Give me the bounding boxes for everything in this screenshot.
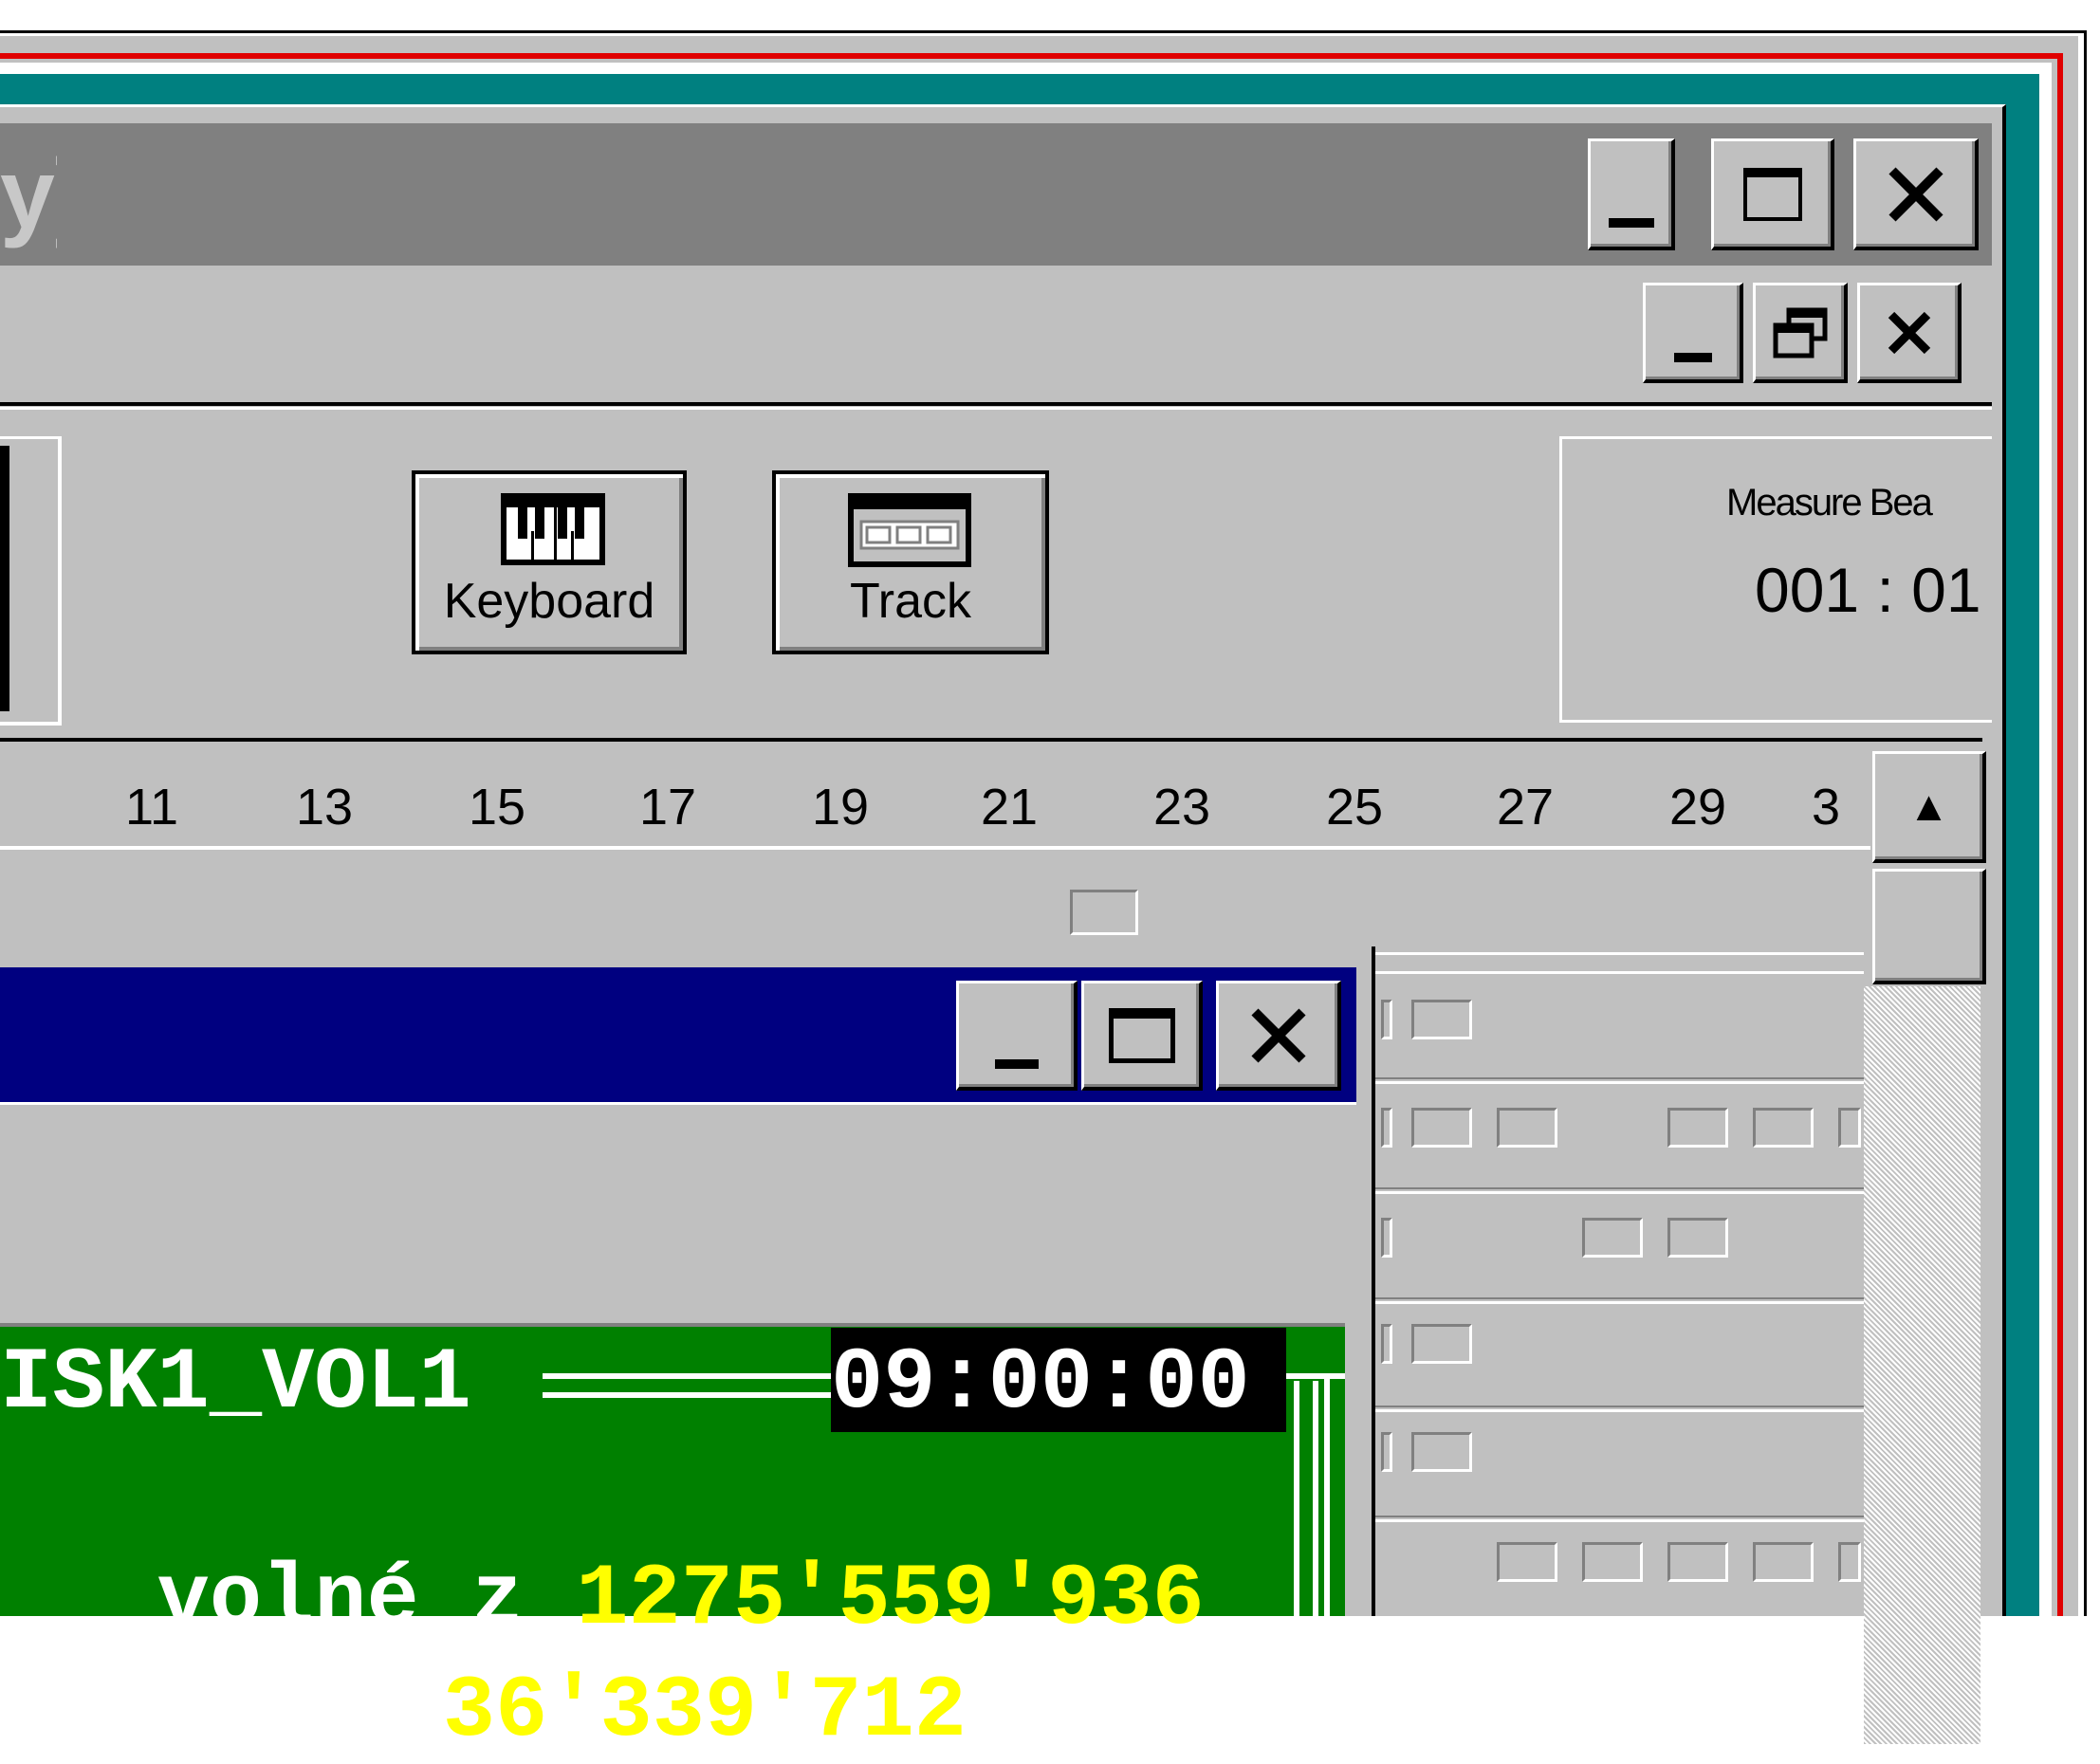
track-row-divider: [1375, 1519, 1864, 1522]
child-minimize-button[interactable]: [956, 981, 1078, 1091]
menu-separator-highlight: [0, 407, 1992, 410]
ruler-tick: 23: [1152, 779, 1211, 836]
track-clip[interactable]: [1381, 1324, 1392, 1364]
used-space-line: zabírá 36'339'712 B: [0, 1555, 1071, 1764]
app-close-button[interactable]: [1853, 138, 1979, 250]
ruler-tick: 21: [980, 779, 1039, 836]
track-row-divider: [1375, 1406, 1864, 1407]
console-border-line: [543, 1373, 831, 1398]
track-label: Track: [849, 574, 972, 629]
track-clip[interactable]: [1667, 1108, 1728, 1148]
ruler-tick: 19: [811, 779, 870, 836]
track-row-divider: [1375, 1297, 1864, 1299]
piano-keys-icon: [501, 493, 605, 565]
track-clip[interactable]: [1838, 1542, 1861, 1582]
restore-icon: [1773, 307, 1827, 358]
track-clip[interactable]: [1411, 1108, 1472, 1148]
app-minimize-button[interactable]: [1588, 138, 1675, 250]
maximize-icon: [1742, 167, 1802, 221]
mdi-minimize-button[interactable]: [1643, 283, 1743, 383]
track-row-divider: [1375, 1409, 1864, 1412]
ruler-tick: 3: [1812, 779, 1841, 836]
track-clip[interactable]: [1582, 1218, 1643, 1258]
used-value: 36'339'712: [442, 1662, 967, 1761]
track-row-divider: [1375, 1187, 1864, 1189]
ruler-tick: 11: [124, 779, 179, 836]
ruler-tick: 29: [1668, 779, 1727, 836]
volume-name: ISK1_VOL1: [0, 1333, 471, 1433]
ruler-tick: 13: [295, 779, 354, 836]
app-maximize-button[interactable]: [1711, 138, 1834, 250]
track-row-divider: [1375, 1516, 1864, 1517]
ruler-tick: 27: [1496, 779, 1555, 836]
ruler-tick: 15: [468, 779, 526, 836]
mdi-restore-button[interactable]: [1753, 283, 1848, 383]
track-clip[interactable]: [1582, 1542, 1643, 1582]
scroll-thumb[interactable]: [1872, 869, 1986, 984]
close-icon: [1888, 311, 1930, 354]
ruler-tick: 17: [638, 779, 697, 836]
minimize-icon: [1673, 352, 1712, 362]
track-row-divider: [1375, 1077, 1864, 1079]
scrollbar-track[interactable]: [1864, 986, 1980, 1744]
track-row-divider: [1375, 1081, 1864, 1084]
app-title: y]: [0, 139, 57, 249]
used-prefix: zabírá: [76, 1662, 443, 1761]
maximize-icon: [1108, 1007, 1175, 1063]
keyboard-button[interactable]: Keyboard: [412, 470, 687, 654]
ruler-tick: 25: [1325, 779, 1384, 836]
up-arrow-icon: ▲: [1907, 782, 1950, 830]
track-clip[interactable]: [1753, 1542, 1814, 1582]
close-icon: [1250, 1007, 1306, 1063]
track-row-divider: [1375, 1301, 1864, 1304]
time-display: 09:00:00: [831, 1333, 1250, 1433]
track-marker[interactable]: [1070, 890, 1138, 935]
console-border-line: [1324, 1373, 1339, 1616]
track-clip[interactable]: [1381, 1108, 1392, 1148]
measure-label: Measure Bea: [1726, 482, 1933, 524]
track-clip[interactable]: [1667, 1218, 1728, 1258]
track-clip[interactable]: [1838, 1108, 1861, 1148]
close-icon: [1888, 166, 1943, 222]
child-close-button[interactable]: [1216, 981, 1341, 1091]
track-clip[interactable]: [1381, 1218, 1392, 1258]
track-clip[interactable]: [1381, 1000, 1392, 1039]
menu-separator: [0, 402, 1992, 406]
track-clip[interactable]: [1497, 1542, 1557, 1582]
track-clip[interactable]: [1381, 1432, 1392, 1472]
track-clip[interactable]: [1497, 1108, 1557, 1148]
scroll-up-button[interactable]: ▲: [1872, 751, 1986, 863]
track-clip[interactable]: [1753, 1108, 1814, 1148]
keyboard-label: Keyboard: [443, 574, 655, 629]
console-border-line: [1294, 1381, 1318, 1616]
track-clip[interactable]: [1411, 1324, 1472, 1364]
track-icon: [848, 493, 971, 567]
toolbar-separator: [0, 738, 1982, 742]
measure-value: 001 : 01: [1755, 555, 1981, 625]
minimize-icon: [1608, 217, 1654, 228]
child-title-separator: [0, 1102, 1356, 1110]
minimize-icon: [994, 1058, 1039, 1069]
track-row-divider: [1375, 1191, 1864, 1194]
used-unit: B: [966, 1662, 1072, 1761]
mdi-close-button[interactable]: [1857, 283, 1962, 383]
transport-panel-display: [0, 446, 9, 711]
app-title-bar[interactable]: [0, 123, 1992, 266]
track-clip[interactable]: [1411, 1432, 1472, 1472]
track-clip[interactable]: [1411, 1000, 1472, 1039]
track-button[interactable]: Track: [772, 470, 1049, 654]
track-row-divider: [1375, 971, 1864, 974]
track-clip[interactable]: [1667, 1542, 1728, 1582]
child-maximize-button[interactable]: [1081, 981, 1203, 1091]
